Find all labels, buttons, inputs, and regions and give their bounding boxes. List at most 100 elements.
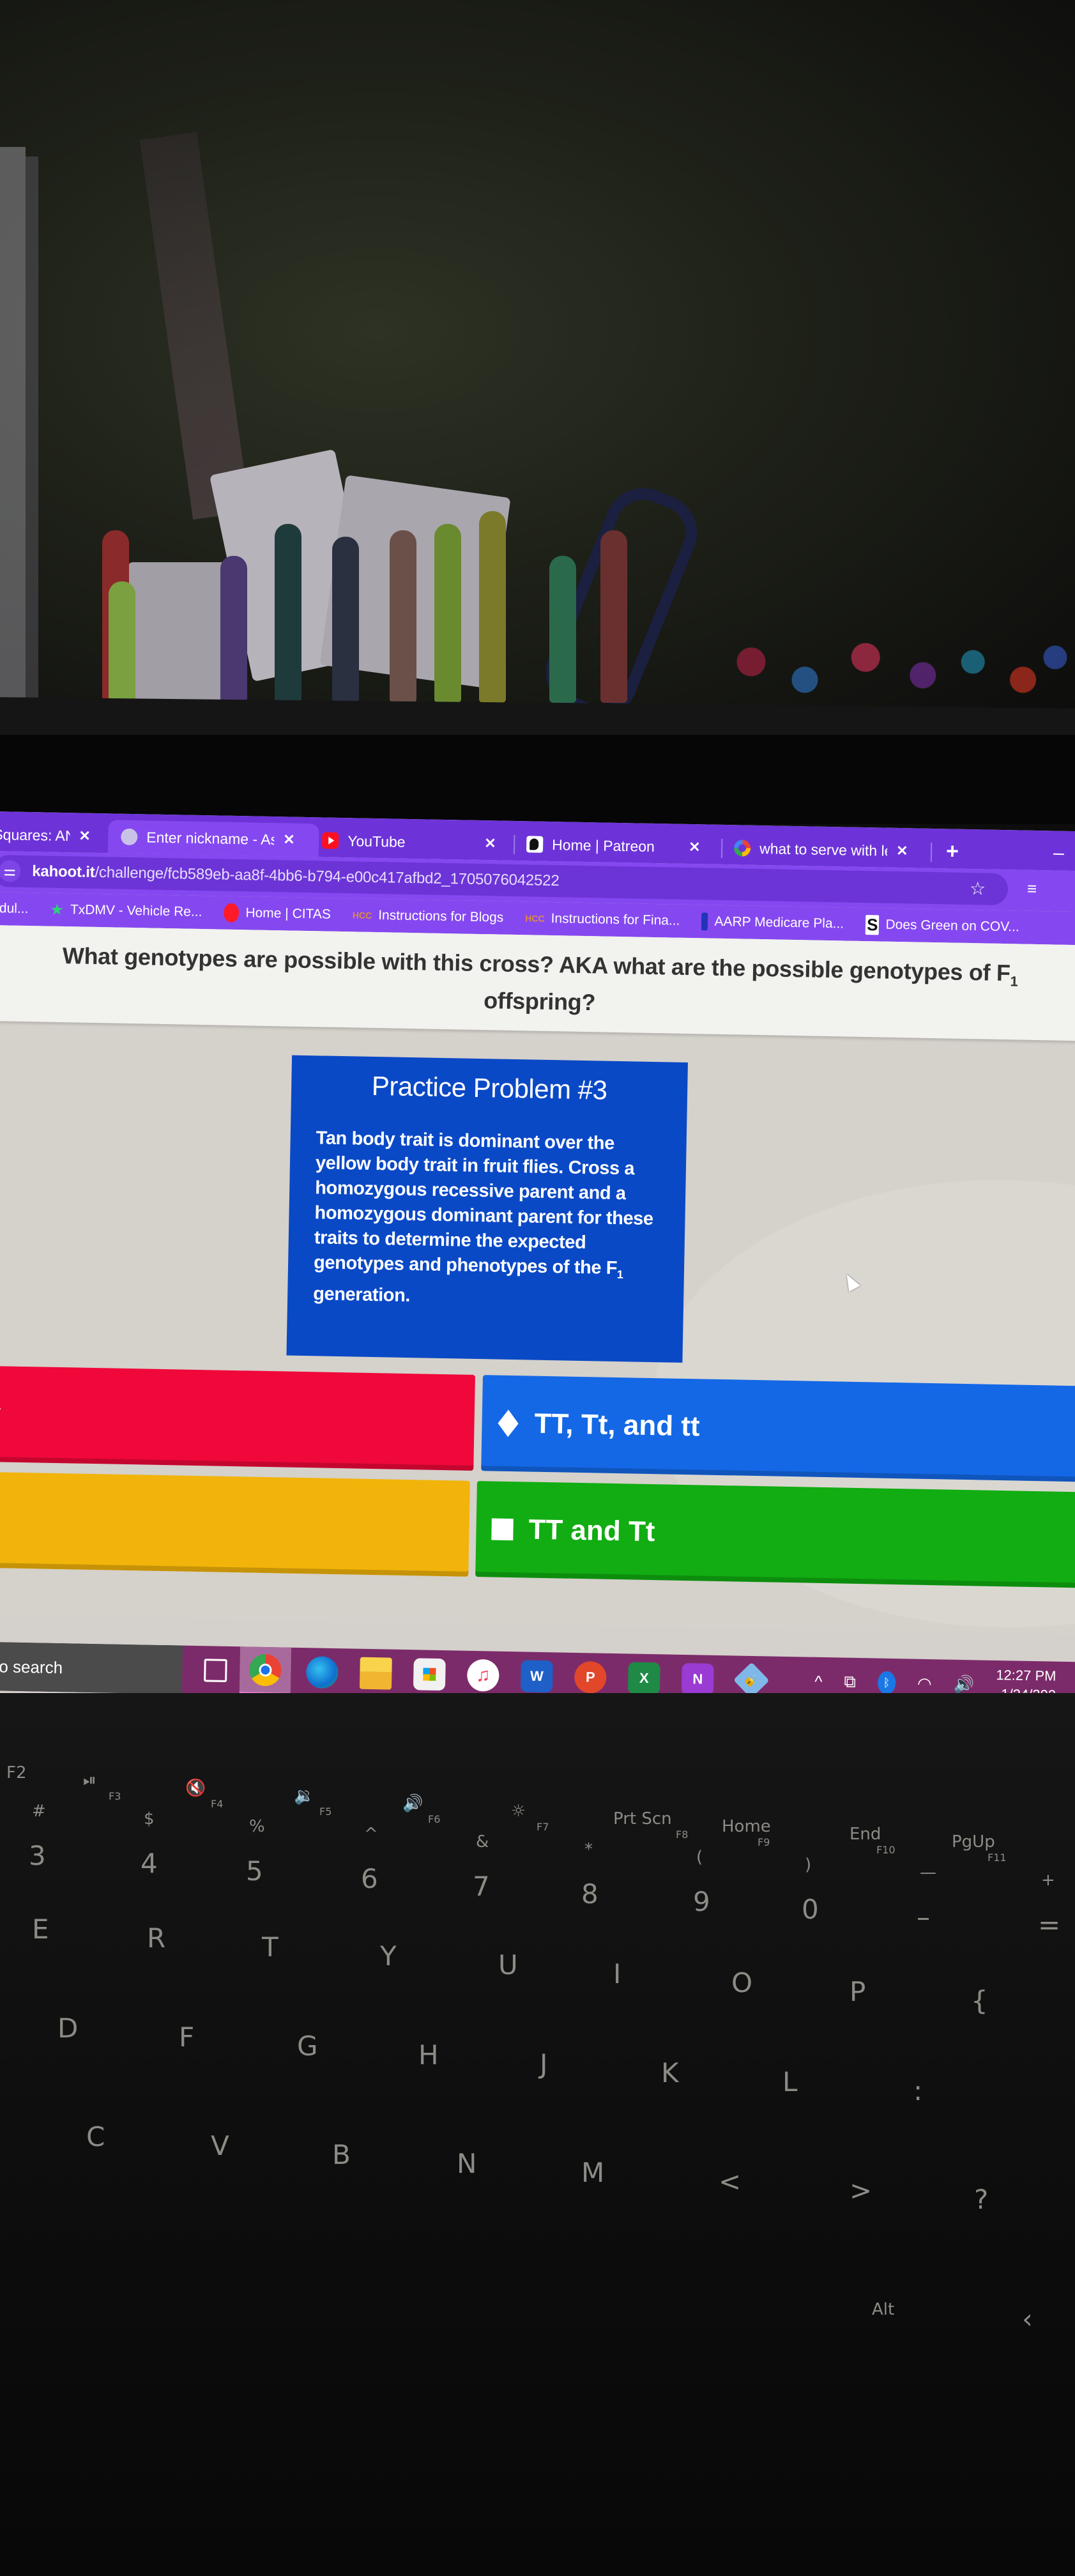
key-letter[interactable]: T (262, 1931, 278, 1963)
key-number-shift[interactable]: $ (144, 1809, 155, 1828)
key-number[interactable]: 7 (473, 1871, 490, 1902)
tab-google-search[interactable]: what to serve with len ✕ (733, 831, 926, 868)
key-letter[interactable]: : (913, 2075, 922, 2106)
bookmark-star-icon[interactable]: ☆ (970, 878, 986, 899)
key-fn-label[interactable]: F11 (987, 1851, 1007, 1864)
key-number-shift[interactable]: ( (696, 1848, 703, 1867)
bookmark-item[interactable]: Home | CITAS (224, 903, 331, 924)
key-fn-label[interactable]: F4 (211, 1798, 223, 1810)
key-number-shift[interactable]: ^ (364, 1825, 378, 1844)
key-letter[interactable]: C (86, 2121, 105, 2152)
key-number[interactable]: – (917, 1901, 930, 1933)
key-fn-label[interactable]: F9 (758, 1836, 770, 1848)
key-number-shift[interactable]: * (584, 1840, 593, 1859)
key-number[interactable]: 6 (361, 1863, 378, 1894)
file-explorer-icon[interactable] (359, 1657, 392, 1690)
edge-icon[interactable] (305, 1656, 339, 1689)
minimize-button[interactable]: – (1053, 842, 1064, 864)
key-number-shift[interactable]: + (1041, 1871, 1055, 1890)
key-alt[interactable]: Alt (872, 2300, 894, 2319)
reading-list-icon[interactable]: ≡ (1027, 879, 1037, 899)
bookmark-item[interactable]: S Does Green on COV... (865, 914, 1019, 937)
url-text[interactable]: kahoot.it/challenge/fcb589eb-aa8f-4bb6-b… (32, 862, 560, 890)
answer-button-circle[interactable]: y (0, 1471, 470, 1577)
key-fn[interactable]: 🔊 (402, 1794, 423, 1813)
key-letter[interactable]: N (457, 2148, 477, 2179)
key-fn-label[interactable]: F3 (109, 1790, 121, 1802)
key-letter[interactable]: D (57, 2012, 78, 2044)
key-number-shift[interactable]: & (476, 1832, 489, 1851)
key-fn-label[interactable]: F5 (319, 1805, 332, 1818)
key-fn[interactable]: PgUp (952, 1832, 995, 1851)
answer-button-square[interactable]: TT and Tt (475, 1481, 1075, 1588)
key-fn-label[interactable]: F7 (537, 1821, 549, 1833)
key-letter[interactable]: E (32, 1913, 49, 1945)
tab-enter-nickname[interactable]: Enter nickname - Assi ✕ (107, 820, 319, 857)
tab-youtube[interactable]: YouTube ✕ (322, 824, 508, 860)
tab-squares[interactable]: Squares: ANT ✕ (0, 818, 102, 853)
key-number[interactable]: 9 (693, 1886, 710, 1917)
key-fn-label[interactable]: F10 (876, 1844, 896, 1856)
key-fn[interactable]: F2 (6, 1763, 27, 1782)
key-letter[interactable]: P (850, 1976, 865, 2007)
key-number-shift[interactable]: ) (805, 1855, 811, 1874)
key-letter[interactable]: J (540, 2048, 547, 2080)
bookmark-item[interactable]: AARP Medicare Pla... (701, 912, 844, 933)
key-letter[interactable]: U (498, 1949, 518, 1981)
key-number[interactable]: 8 (581, 1878, 598, 1910)
key-number[interactable]: 0 (802, 1894, 819, 1925)
bookmark-item[interactable]: ★ TxDMV - Vehicle Re... (50, 900, 202, 921)
key-fn[interactable]: 🔇 (185, 1779, 206, 1798)
key-number-shift[interactable]: % (249, 1817, 265, 1836)
key-arrow-left[interactable]: ‹ (1022, 2303, 1033, 2334)
key-fn[interactable]: 🔉 (294, 1786, 314, 1805)
taskbar-chrome-active[interactable] (239, 1646, 292, 1696)
key-letter[interactable]: M (581, 2157, 604, 2188)
key-fn-label[interactable]: F6 (428, 1813, 440, 1825)
key-letter[interactable]: L (782, 2066, 797, 2097)
key-fn-label[interactable]: F8 (676, 1828, 688, 1841)
key-number-shift[interactable]: — (920, 1863, 936, 1882)
key-letter[interactable]: B (332, 2139, 351, 2170)
tab-patreon[interactable]: Home | Patreon ✕ (526, 827, 712, 864)
taskbar-search[interactable]: e to search (0, 1641, 183, 1694)
excel-icon[interactable]: X (627, 1662, 660, 1695)
task-view-icon[interactable] (204, 1659, 227, 1682)
meet-now-icon[interactable]: ⧉ (844, 1672, 856, 1692)
bookmark-item[interactable]: HCC Instructions for Fina... (525, 910, 680, 928)
word-icon[interactable]: W (520, 1660, 553, 1693)
key-letter[interactable]: F (179, 2021, 194, 2053)
key-letter[interactable]: O (731, 1967, 752, 1998)
close-icon[interactable]: ✕ (484, 835, 496, 852)
bluetooth-icon[interactable]: ᛒ (877, 1671, 896, 1695)
microsoft-store-icon[interactable] (413, 1658, 446, 1691)
powerpoint-icon[interactable]: P (574, 1660, 607, 1694)
key-letter[interactable]: H (418, 2039, 439, 2071)
volume-icon[interactable]: 🔊 (953, 1674, 974, 1694)
key-letter[interactable]: I (613, 1958, 621, 1989)
show-hidden-icons-chevron-icon[interactable]: ^ (814, 1671, 823, 1691)
close-icon[interactable]: ✕ (283, 831, 295, 848)
close-icon[interactable]: ✕ (896, 843, 908, 859)
key-letter[interactable]: Y (380, 1940, 397, 1972)
key-number[interactable]: 3 (29, 1840, 46, 1871)
key-letter[interactable]: { (971, 1985, 988, 2016)
key-letter[interactable]: V (211, 2130, 229, 2161)
key-letter[interactable]: > (850, 2175, 872, 2206)
key-letter[interactable]: G (297, 2030, 318, 2062)
wifi-icon[interactable]: ◠ (917, 1673, 932, 1693)
close-icon[interactable]: ✕ (79, 827, 91, 844)
key-fn[interactable]: ☼ (511, 1802, 526, 1821)
key-letter[interactable]: R (147, 1922, 165, 1954)
bookmark-item[interactable]: edul... (0, 901, 29, 917)
key-fn[interactable]: Prt Scn (613, 1809, 672, 1828)
answer-button-diamond[interactable]: TT, Tt, and tt (481, 1375, 1075, 1482)
key-letter[interactable]: < (719, 2166, 741, 2197)
key-letter[interactable]: ? (974, 2184, 988, 2215)
key-fn[interactable]: End (850, 1825, 881, 1844)
key-letter[interactable]: K (661, 2057, 679, 2089)
close-icon[interactable]: ✕ (689, 839, 701, 855)
new-tab-button[interactable]: + (946, 839, 959, 864)
answer-button-triangle[interactable]: y (0, 1365, 475, 1471)
key-fn[interactable]: Home (722, 1817, 771, 1836)
